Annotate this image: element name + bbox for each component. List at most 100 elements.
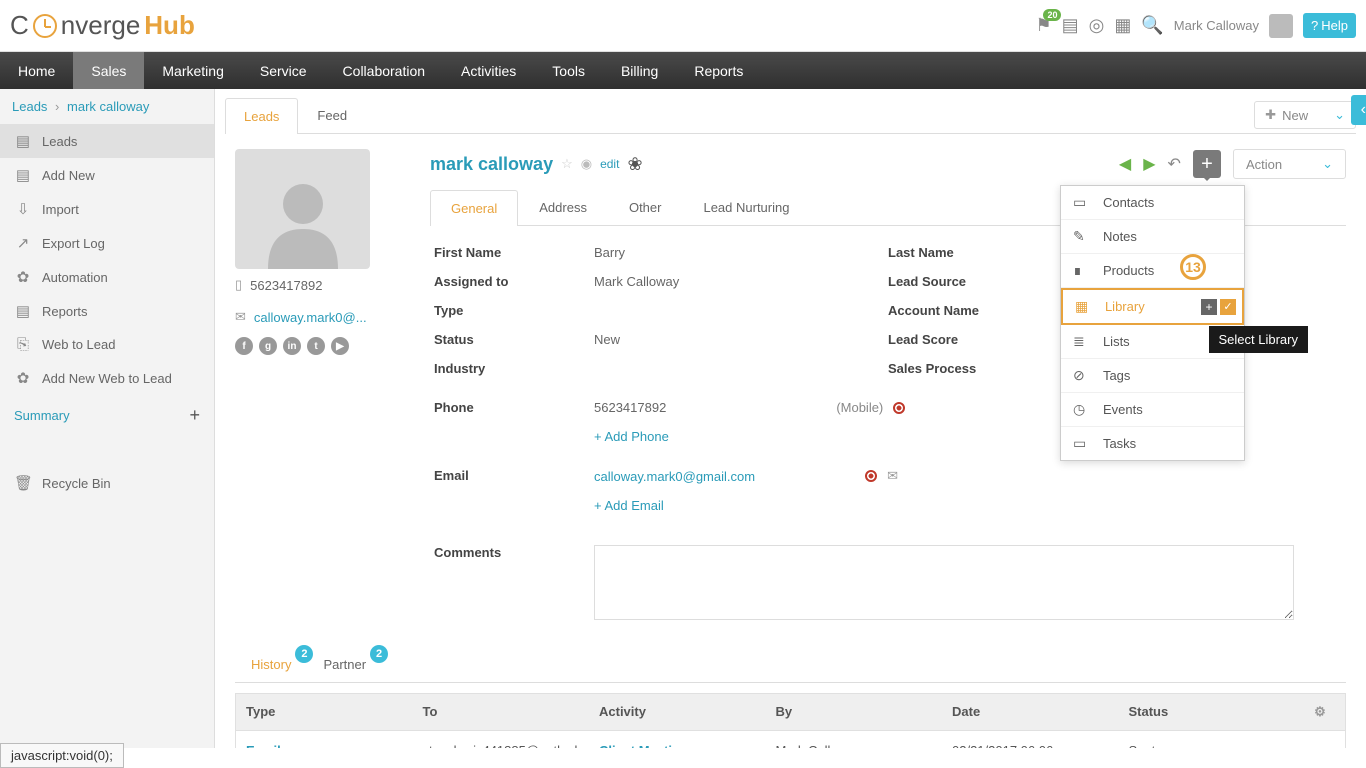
dd-tasks[interactable]: ▭Tasks — [1061, 427, 1244, 460]
table-row[interactable]: Email stevelewis441885@outlook.... Clien… — [235, 731, 1346, 748]
subtab-general[interactable]: General — [430, 190, 518, 226]
clock-icon — [33, 14, 57, 38]
breadcrumb-root[interactable]: Leads — [12, 99, 47, 114]
linkedin-icon[interactable]: in — [283, 337, 301, 355]
phone-label: Phone — [434, 400, 594, 415]
gear-icon[interactable]: ⚙ — [1305, 704, 1335, 720]
tab-partner[interactable]: Partner2 — [307, 647, 382, 682]
add-related-menu: ▭Contacts ✎Notes ∎Products ▦Library +✓ ≣… — [1060, 185, 1245, 461]
sidebar-item-webtolead[interactable]: ⎘Web to Lead — [0, 328, 214, 361]
next-button[interactable]: ▶ — [1143, 154, 1155, 174]
facebook-icon[interactable]: f — [235, 337, 253, 355]
dd-library[interactable]: ▦Library +✓ — [1061, 288, 1244, 325]
dd-label: Products — [1103, 263, 1154, 278]
gear-icon: ✿ — [14, 268, 32, 286]
calendar-icon[interactable]: ▦ — [1114, 15, 1131, 36]
nav-reports[interactable]: Reports — [676, 52, 761, 89]
th-activity[interactable]: Activity — [599, 704, 776, 720]
add-email-link[interactable]: + Add Email — [594, 498, 664, 513]
td-activity[interactable]: Client Meeting — [599, 743, 776, 748]
nav-service[interactable]: Service — [242, 52, 325, 89]
subtab-nurturing[interactable]: Lead Nurturing — [682, 189, 810, 225]
td-date: 02/21/2017 06:06am — [952, 743, 1129, 748]
sidebar-item-addwebtolead[interactable]: ✿Add New Web to Lead — [0, 361, 214, 395]
subtab-other[interactable]: Other — [608, 189, 683, 225]
dd-notes[interactable]: ✎Notes — [1061, 220, 1244, 254]
dd-events[interactable]: ◷Events — [1061, 393, 1244, 427]
username[interactable]: Mark Calloway — [1174, 18, 1259, 33]
dd-label: Lists — [1103, 334, 1130, 349]
topbar: C nvergeHub ⚑20 ▤ ◎ ▦ 🔍 Mark Calloway ?H… — [0, 0, 1366, 52]
edit-link[interactable]: edit — [600, 157, 619, 171]
logo[interactable]: C nvergeHub — [10, 10, 195, 41]
nav-home[interactable]: Home — [0, 52, 73, 89]
target-icon[interactable]: ◎ — [1089, 15, 1105, 36]
sidebar-item-recycle[interactable]: 🗑Recycle Bin — [0, 466, 214, 500]
industry-label: Industry — [434, 361, 594, 376]
nav-billing[interactable]: Billing — [603, 52, 676, 89]
table-head: Type To Activity By Date Status ⚙ — [235, 693, 1346, 731]
flag-icon[interactable]: ⚑20 — [1035, 15, 1051, 36]
action-dropdown[interactable]: Action⌄ — [1233, 149, 1346, 179]
dd-contacts[interactable]: ▭Contacts — [1061, 186, 1244, 220]
bottom-tabs: History2 Partner2 — [235, 647, 1346, 683]
dd-tags[interactable]: ⊘Tags — [1061, 359, 1244, 393]
sidebar-item-reports[interactable]: ▤Reports — [0, 294, 214, 328]
assigned-value: Mark Calloway — [594, 274, 888, 289]
th-to[interactable]: To — [423, 704, 600, 720]
record-icon[interactable] — [893, 402, 905, 414]
sidebar-summary[interactable]: Summary + — [0, 395, 214, 436]
nav-marketing[interactable]: Marketing — [144, 52, 241, 89]
sidebar-item-export[interactable]: ↗Export Log — [0, 226, 214, 260]
prev-button[interactable]: ◀ — [1119, 154, 1131, 174]
help-button[interactable]: ?Help — [1303, 13, 1356, 38]
nav-sales[interactable]: Sales — [73, 52, 144, 89]
sidebar-item-leads[interactable]: ▤Leads — [0, 124, 214, 158]
ghost-icon[interactable]: ◉ — [581, 156, 592, 172]
email-address-link[interactable]: calloway.mark0@gmail.com — [594, 469, 755, 484]
nav-collaboration[interactable]: Collaboration — [325, 52, 444, 89]
library-select-icon[interactable]: ✓ — [1220, 299, 1236, 315]
th-status[interactable]: Status — [1129, 704, 1306, 720]
breadcrumb-leaf[interactable]: mark calloway — [67, 99, 149, 114]
envelope-icon[interactable]: ✉ — [887, 468, 898, 484]
nav-tools[interactable]: Tools — [534, 52, 603, 89]
tab-leads[interactable]: Leads — [225, 98, 298, 134]
subtab-address[interactable]: Address — [518, 189, 608, 225]
th-by[interactable]: By — [776, 704, 953, 720]
youtube-icon[interactable]: ▶ — [331, 337, 349, 355]
import-icon: ⇩ — [14, 200, 32, 218]
clipboard-icon[interactable]: ▤ — [1062, 15, 1079, 36]
account-label: Account Name — [888, 303, 1048, 318]
main-nav: Home Sales Marketing Service Collaborati… — [0, 52, 1366, 89]
tab-history[interactable]: History2 — [235, 647, 307, 682]
add-related-button[interactable]: + — [1193, 150, 1221, 178]
sidebar-item-addnew[interactable]: ▤Add New — [0, 158, 214, 192]
comments-input[interactable] — [594, 545, 1294, 620]
dd-products[interactable]: ∎Products — [1061, 254, 1244, 288]
add-phone-link[interactable]: + Add Phone — [594, 429, 669, 444]
plus-icon[interactable]: + — [189, 405, 200, 426]
th-type[interactable]: Type — [246, 704, 423, 720]
sidebar-item-automation[interactable]: ✿Automation — [0, 260, 214, 294]
avatar-icon[interactable] — [1269, 14, 1293, 38]
th-date[interactable]: Date — [952, 704, 1129, 720]
panel-toggle[interactable]: ‹ — [1351, 95, 1366, 125]
search-icon[interactable]: 🔍 — [1141, 15, 1163, 36]
tab-feed[interactable]: Feed — [298, 97, 366, 133]
dd-label: Events — [1103, 402, 1143, 417]
library-add-icon[interactable]: + — [1201, 299, 1217, 315]
twitter-icon[interactable]: t — [307, 337, 325, 355]
record-actions: ◀ ▶ ↶ + ▭Contacts ✎Notes ∎Products ▦Libr… — [1119, 149, 1346, 179]
new-dropdown[interactable]: ✚ New ⌄ — [1254, 101, 1356, 129]
nav-activities[interactable]: Activities — [443, 52, 534, 89]
star-icon[interactable]: ☆ — [561, 156, 573, 172]
sidebar-item-label: Recycle Bin — [42, 476, 111, 491]
td-type[interactable]: Email — [246, 743, 423, 748]
record-icon[interactable] — [865, 470, 877, 482]
email-link[interactable]: calloway.mark0@... — [254, 310, 367, 325]
reply-icon[interactable]: ↶ — [1168, 154, 1181, 174]
sidebar-item-import[interactable]: ⇩Import — [0, 192, 214, 226]
google-icon[interactable]: g — [259, 337, 277, 355]
action-label: Action — [1246, 157, 1282, 172]
